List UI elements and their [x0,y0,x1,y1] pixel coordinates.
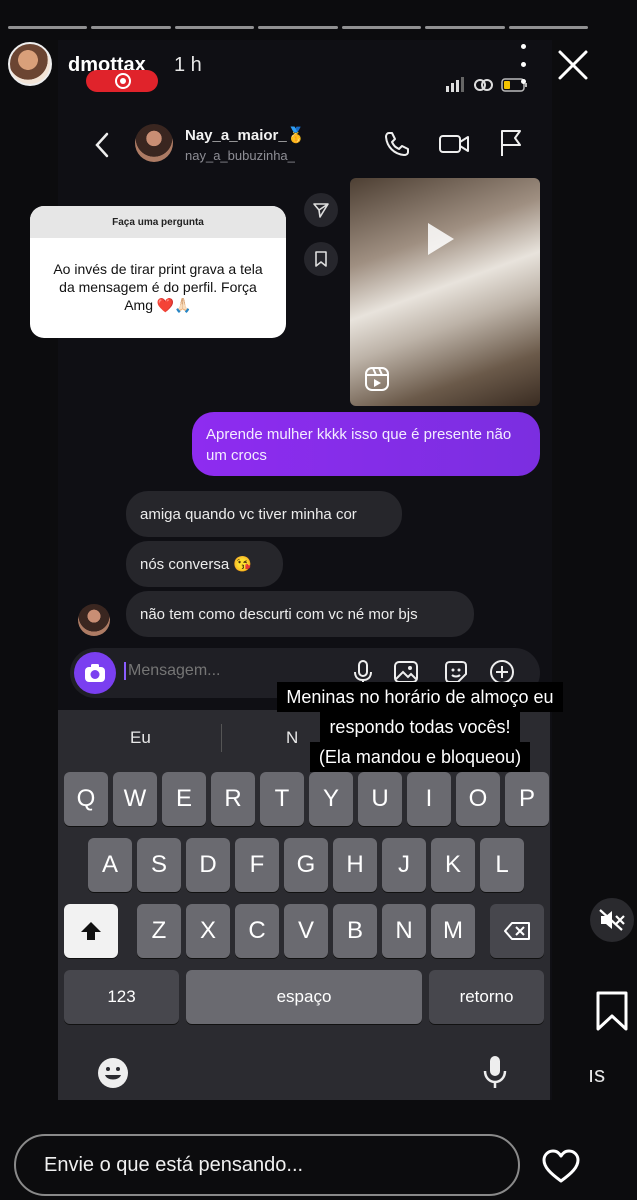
heart-icon[interactable] [540,1148,582,1184]
story-caption: Meninas no horário de almoço eu respondo… [264,682,576,784]
key[interactable]: V [284,904,328,958]
backspace-icon [504,922,530,940]
key[interactable]: D [186,838,230,892]
key[interactable]: F [235,838,279,892]
key[interactable]: Q [64,772,108,826]
shift-arrow-icon [81,922,101,940]
share-button[interactable] [304,193,338,227]
message-input[interactable] [124,662,328,680]
key[interactable]: H [333,838,377,892]
more-options-icon[interactable] [516,44,530,84]
progress-segment [341,26,422,29]
progress-segment [8,26,88,29]
question-card-text: Ao invés de tirar print grava a tela da … [53,261,263,313]
key[interactable]: J [382,838,426,892]
shared-question-card[interactable]: Faça uma pergunta Ao invés de tirar prin… [30,206,286,338]
reels-icon [365,367,389,391]
incoming-message[interactable]: nós conversa 😘 [126,541,283,587]
key[interactable]: K [431,838,475,892]
incoming-message[interactable]: não tem como descurti com vc né mor bjs [126,591,474,637]
emoji-icon[interactable] [96,1056,130,1090]
shared-reel-thumbnail[interactable] [350,178,540,406]
save-button[interactable] [304,242,338,276]
record-icon [115,73,131,89]
progress-segment [174,26,255,29]
sender-avatar [78,604,110,636]
caption-line: (Ela mandou e bloqueou) [309,742,531,772]
key[interactable]: N [382,904,426,958]
flag-icon[interactable] [498,128,524,158]
key[interactable]: S [137,838,181,892]
numbers-key[interactable]: 123 [64,970,179,1024]
camera-button[interactable] [74,652,116,694]
video-call-icon[interactable] [438,130,470,158]
key[interactable]: C [235,904,279,958]
story-progress [8,26,588,29]
phone-icon[interactable] [383,130,411,158]
camera-icon [85,664,105,682]
key[interactable]: E [162,772,206,826]
progress-segment [258,26,338,29]
story-time: 1 h [174,54,202,76]
play-icon [428,223,454,255]
dictation-mic-icon[interactable] [482,1054,508,1090]
caption-line: respondo todas vocês! [320,712,520,742]
suggestion-divider [221,724,222,752]
incoming-message[interactable]: amiga quando vc tiver minha cor [126,491,402,537]
contact-name[interactable]: Nay_a_maior_🥇 [185,126,305,144]
shift-key[interactable] [64,904,118,958]
key[interactable]: L [480,838,524,892]
bookmark-icon[interactable] [594,990,630,1032]
caption-line: Meninas no horário de almoço eu [277,682,563,712]
key[interactable]: W [113,772,157,826]
backspace-key[interactable] [490,904,544,958]
contact-handle: nay_a_bubuzinha_ [185,148,295,163]
send-icon [313,203,329,218]
suggestion-word[interactable]: Eu [130,728,151,748]
story-avatar[interactable] [8,42,52,86]
mute-button[interactable] [590,898,634,942]
progress-segment [425,26,505,29]
close-icon[interactable] [556,48,590,82]
space-key[interactable]: espaço [186,970,422,1024]
key[interactable]: X [186,904,230,958]
progress-segment [91,26,171,29]
side-label-fragment: ıs [588,1062,606,1087]
key[interactable]: G [284,838,328,892]
contact-avatar[interactable] [135,124,173,162]
recording-badge [86,70,158,92]
key[interactable]: M [431,904,475,958]
question-card-header: Faça uma pergunta [30,206,286,238]
progress-segment [508,26,588,29]
key[interactable]: B [333,904,377,958]
return-key[interactable]: retorno [429,970,544,1024]
outgoing-message[interactable]: Aprende mulher kkkk isso que é presente … [192,412,540,476]
story-reply-input[interactable]: Envie o que está pensando... [14,1134,520,1196]
key[interactable]: R [211,772,255,826]
key[interactable]: Z [137,904,181,958]
muted-speaker-icon [599,909,625,931]
back-arrow-icon[interactable] [92,130,112,160]
key[interactable]: A [88,838,132,892]
bookmark-icon [315,251,327,267]
